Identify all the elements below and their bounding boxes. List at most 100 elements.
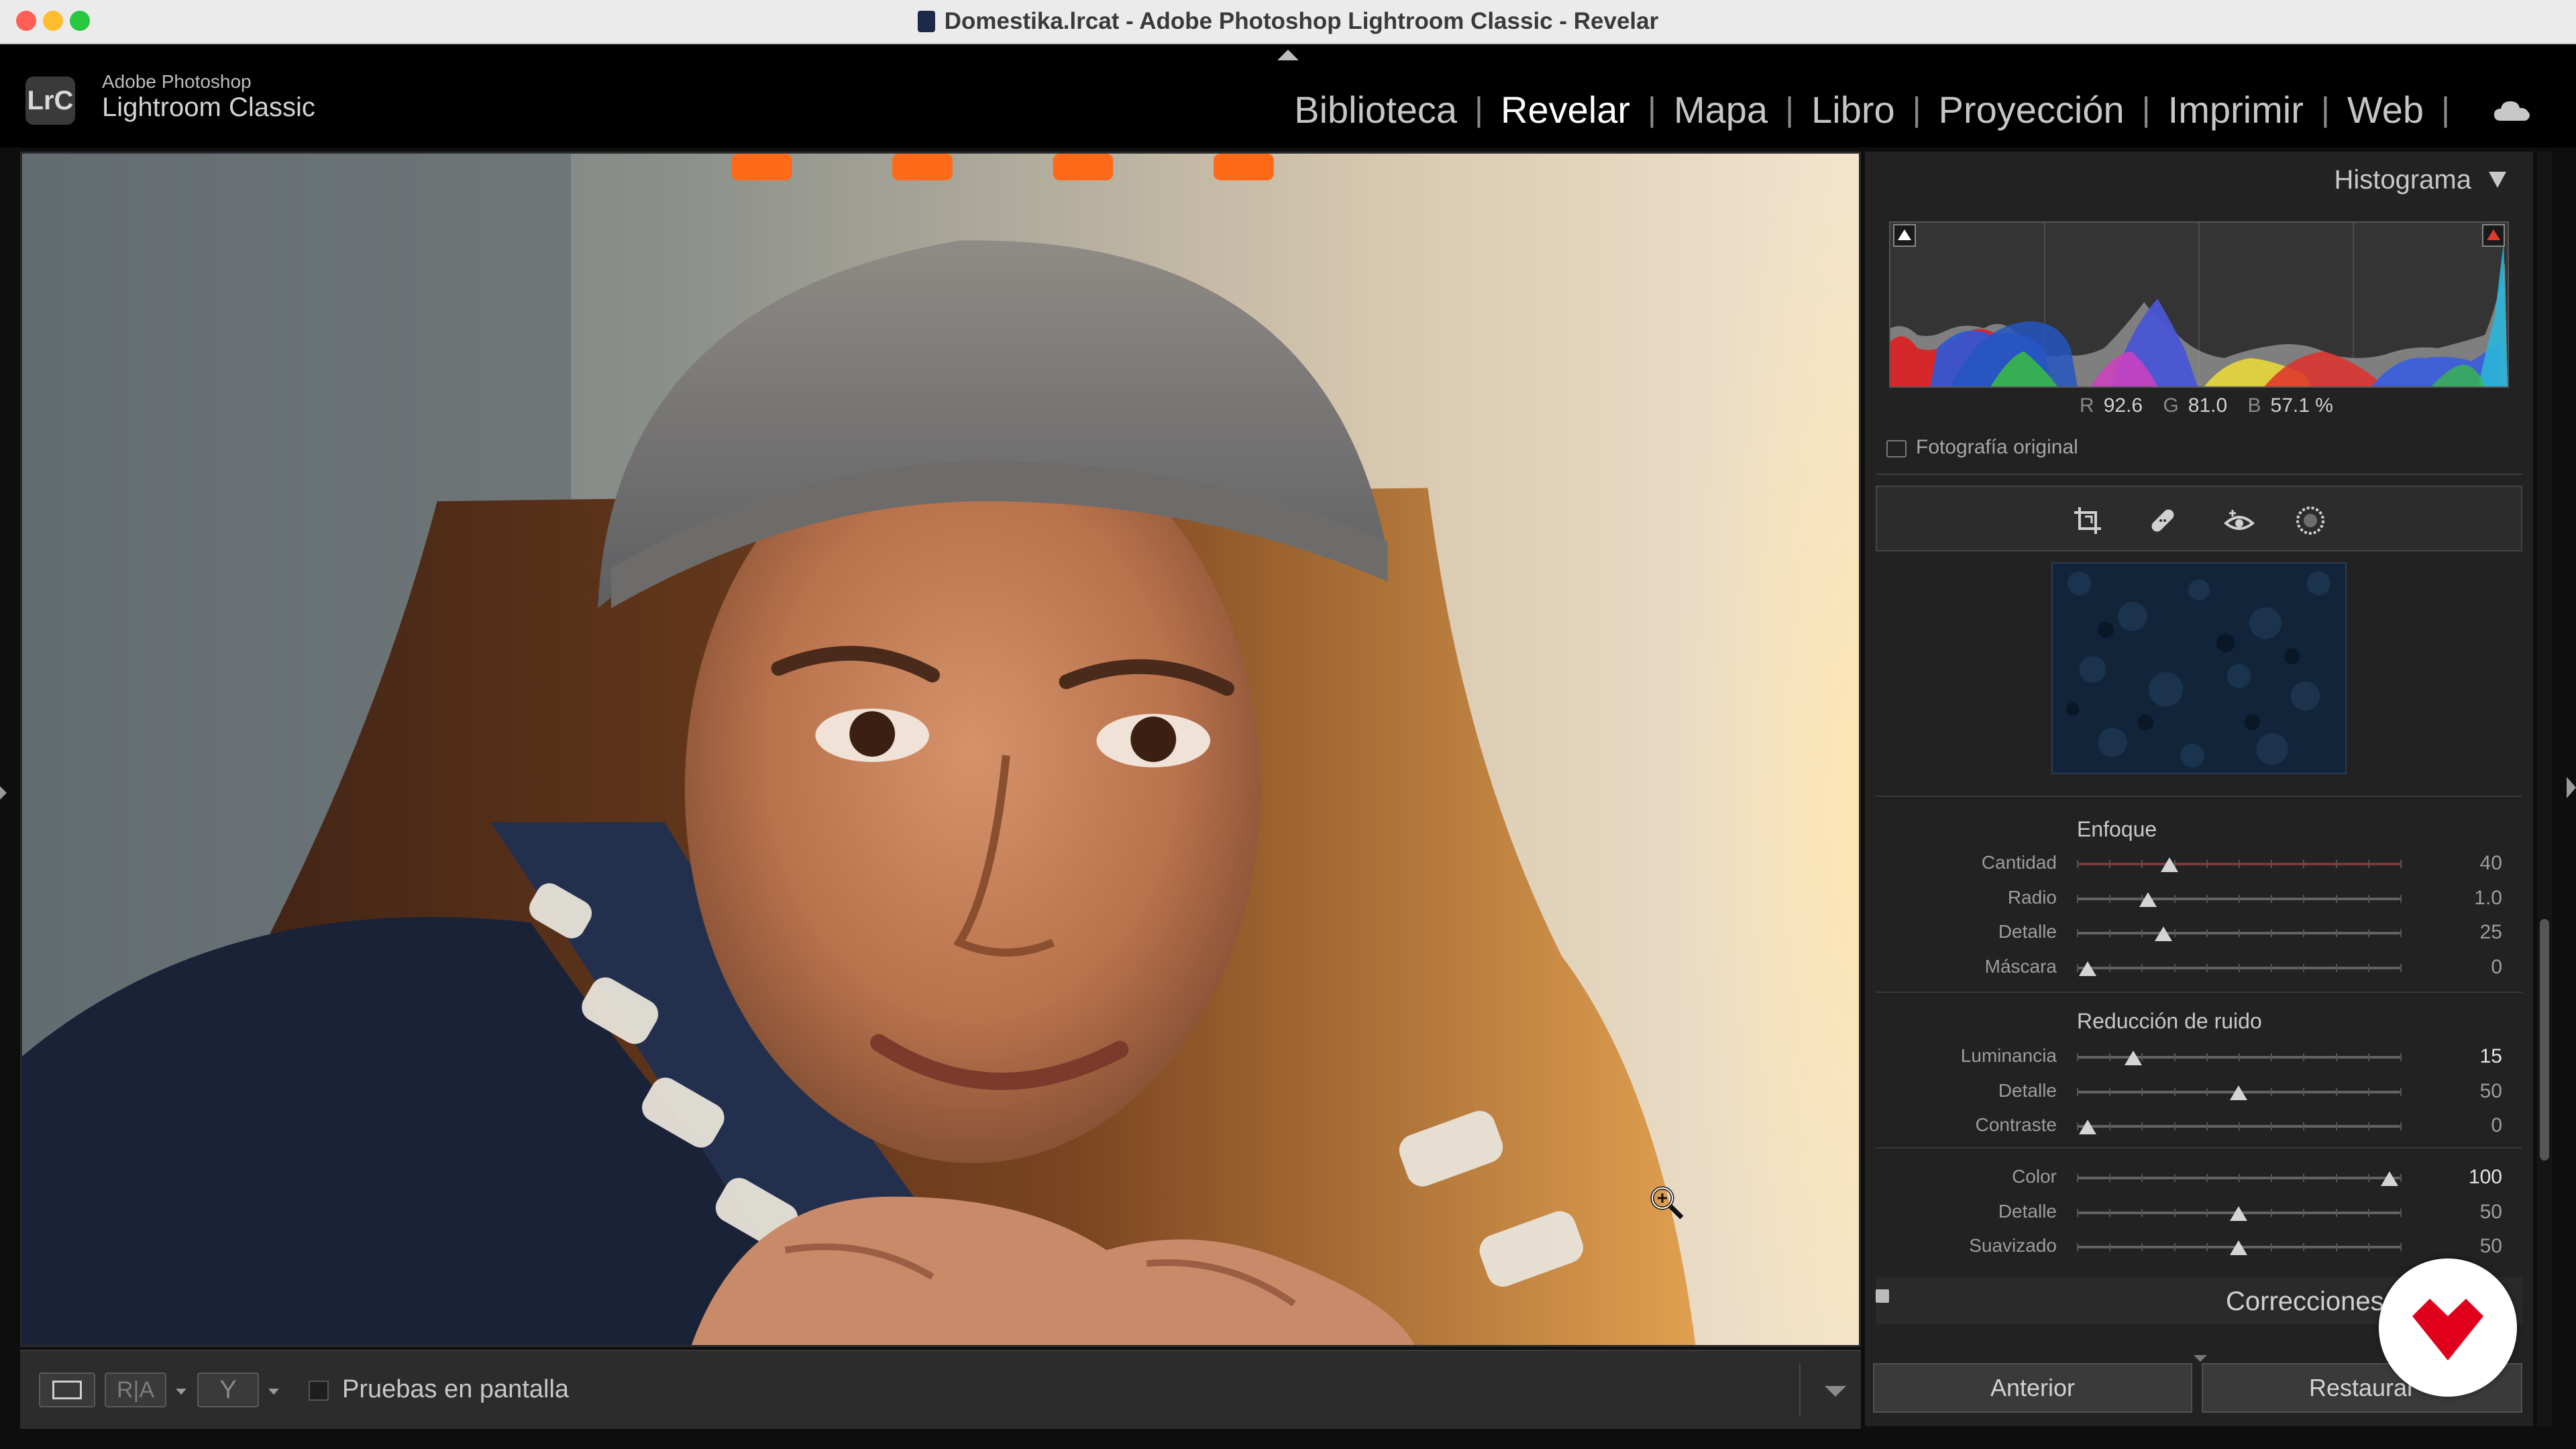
slider-value[interactable]: 1.0 [2474,887,2502,910]
slider-tick [2239,860,2240,868]
slider-track[interactable] [2077,860,2402,868]
soft-proof-label[interactable]: Pruebas en pantalla [342,1375,569,1404]
shadow-clipping-toggle[interactable] [1893,224,1916,247]
top-panel-collapse-icon[interactable] [1277,50,1299,60]
photo-canvas[interactable] [20,152,1861,1347]
slider-thumb[interactable] [2154,926,2172,941]
highlight-clipping-toggle[interactable] [2482,224,2505,247]
slider-tick [2109,1053,2111,1061]
module-imprimir[interactable]: Imprimir [2168,88,2304,131]
slider-track[interactable] [2077,1122,2402,1130]
window-title-bar: Domestika.lrcat - Adobe Photoshop Lightr… [0,0,2576,44]
b-value: 57.1 % [2270,394,2333,417]
slider-tick [2400,1243,2402,1251]
slider-tick [2077,1208,2078,1217]
panel-scrollbar[interactable] [2537,152,2552,1426]
slider-row: Suavizado 50 [1876,1230,2522,1263]
slider-tick [2400,894,2402,903]
toolbar-options-icon[interactable] [1825,1386,1846,1397]
slider-tick [2335,1174,2337,1182]
slider-tick [2335,1122,2337,1130]
slider-tick [2367,1243,2369,1251]
previous-settings-button[interactable]: Anterior [1873,1363,2192,1413]
chevron-down-icon[interactable] [268,1389,279,1395]
slider-track[interactable] [2077,963,2402,972]
histogram-header[interactable]: Histograma [1865,152,2533,207]
slider-tick [2303,1208,2305,1217]
slider-tick [2077,929,2078,937]
detail-preview-image[interactable] [2051,562,2347,774]
panel-collapse-icon[interactable] [2489,172,2506,188]
slider-value[interactable]: 100 [2469,1166,2502,1189]
chevron-down-icon[interactable] [176,1389,186,1395]
cloud-sync-icon[interactable] [2493,99,2532,122]
slider-label: Detalle [1998,921,2057,942]
lrc-logo: LrC [25,76,75,125]
before-after-button[interactable]: R|A [105,1373,166,1407]
slider-tick [2271,1053,2273,1061]
crop-icon[interactable] [2072,504,2104,537]
lens-corrections-title[interactable]: Correcciones [2226,1287,2384,1317]
slider-thumb[interactable] [2124,1051,2142,1065]
slider-thumb[interactable] [2230,1085,2247,1100]
slider-tick [2206,860,2208,868]
slider-value[interactable]: 0 [2491,1114,2502,1137]
histogram-graph[interactable] [1889,221,2509,388]
soft-proof-checkbox[interactable] [309,1381,329,1401]
panel-divider [1876,991,2522,993]
panel-divider [1876,474,2522,475]
before-after-split-button[interactable]: Y [197,1373,259,1407]
slider-value[interactable]: 0 [2491,956,2502,979]
panel-switch-icon[interactable] [1876,1289,1889,1303]
module-libro[interactable]: Libro [1811,88,1895,131]
r-label: R [2080,394,2094,417]
panel-scrollbar-thumb[interactable] [2540,919,2549,1161]
domestika-logo-icon [2412,1299,2483,1360]
slider-value[interactable]: 50 [2480,1235,2502,1258]
slider-thumb[interactable] [2079,1120,2096,1134]
slider-thumb[interactable] [2160,857,2178,872]
slider-tick [2303,860,2305,868]
slider-tick [2206,1122,2208,1130]
slider-tick [2239,1053,2240,1061]
slider-thumb[interactable] [2381,1171,2398,1186]
slider-tick [2367,929,2369,937]
slider-value[interactable]: 50 [2480,1201,2502,1224]
original-photo-checkbox[interactable] [1886,440,1907,458]
module-biblioteca[interactable]: Biblioteca [1294,88,1457,131]
slider-track[interactable] [2077,1174,2402,1182]
slider-thumb[interactable] [2139,892,2157,907]
slider-track[interactable] [2077,894,2402,903]
left-panel-expand-icon[interactable] [0,786,7,800]
loupe-view-button[interactable] [39,1373,95,1407]
slider-track[interactable] [2077,929,2402,937]
red-eye-icon[interactable] [2223,504,2255,537]
slider-label: Detalle [1998,1079,2057,1101]
module-revelar[interactable]: Revelar [1501,88,1630,131]
slider-tick [2077,1122,2078,1130]
module-mapa[interactable]: Mapa [1674,88,1768,131]
healing-icon[interactable] [2147,504,2179,537]
right-panel-collapse-icon[interactable] [2567,777,2576,798]
slider-tick [2206,1087,2208,1096]
slider-value[interactable]: 15 [2480,1045,2502,1068]
slider-tick [2077,1243,2078,1251]
slider-tick [2400,1053,2402,1061]
slider-label: Suavizado [1969,1235,2057,1256]
slider-label: Color [2012,1166,2057,1187]
slider-value[interactable]: 40 [2480,852,2502,875]
slider-tick [2303,894,2305,903]
slider-thumb[interactable] [2230,1240,2247,1255]
slider-tick [2271,1122,2273,1130]
slider-tick [2271,1208,2273,1217]
slider-row: Contraste 0 [1876,1109,2522,1142]
slider-value[interactable]: 50 [2480,1080,2502,1103]
photo-image[interactable] [22,154,1859,1345]
module-proyeccion[interactable]: Proyección [1939,88,2125,131]
slider-thumb[interactable] [2079,961,2096,976]
slider-value[interactable]: 25 [2480,921,2502,944]
slider-thumb[interactable] [2230,1205,2247,1221]
module-web[interactable]: Web [2347,88,2424,131]
mask-icon[interactable] [2294,504,2326,537]
original-photo-label[interactable]: Fotografía original [1916,436,2078,459]
